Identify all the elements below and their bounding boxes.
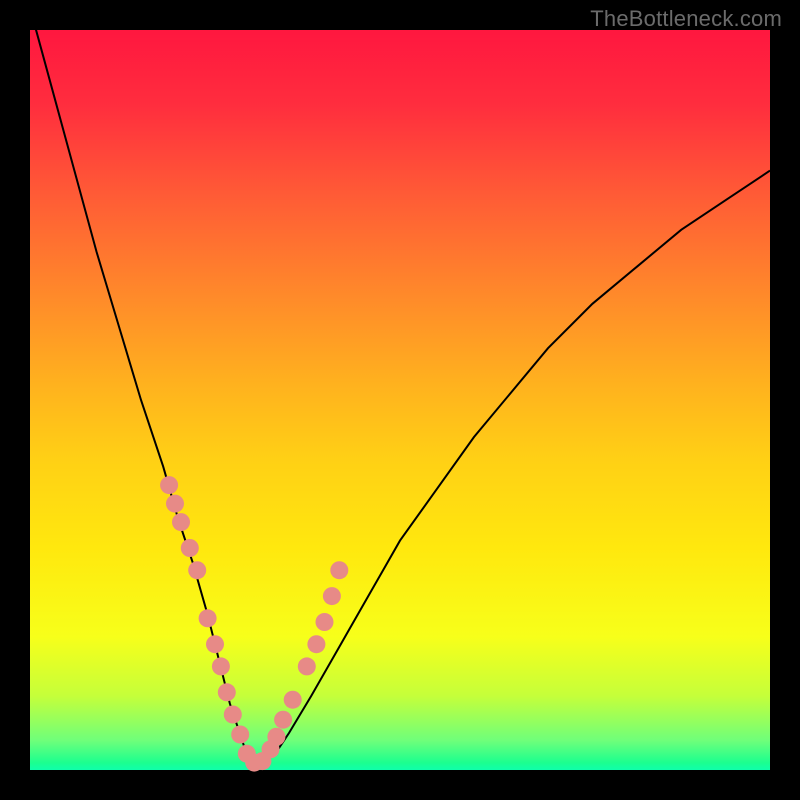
bead: [199, 609, 217, 627]
watermark-text: TheBottleneck.com: [590, 6, 782, 32]
bead: [307, 635, 325, 653]
bead: [231, 726, 249, 744]
bead: [181, 539, 199, 557]
bead: [188, 561, 206, 579]
bottleneck-curve: [30, 8, 770, 763]
bead: [212, 657, 230, 675]
bead: [284, 691, 302, 709]
bead: [224, 706, 242, 724]
chart-svg: [30, 30, 770, 770]
bead: [267, 728, 285, 746]
bead: [160, 476, 178, 494]
bead: [323, 587, 341, 605]
beads-group: [160, 476, 348, 771]
bead: [172, 513, 190, 531]
bead: [206, 635, 224, 653]
bead: [274, 711, 292, 729]
bead: [316, 613, 334, 631]
bead: [166, 495, 184, 513]
bead: [218, 683, 236, 701]
chart-frame: TheBottleneck.com: [0, 0, 800, 800]
bead: [298, 657, 316, 675]
bead: [330, 561, 348, 579]
plot-area: [30, 30, 770, 770]
